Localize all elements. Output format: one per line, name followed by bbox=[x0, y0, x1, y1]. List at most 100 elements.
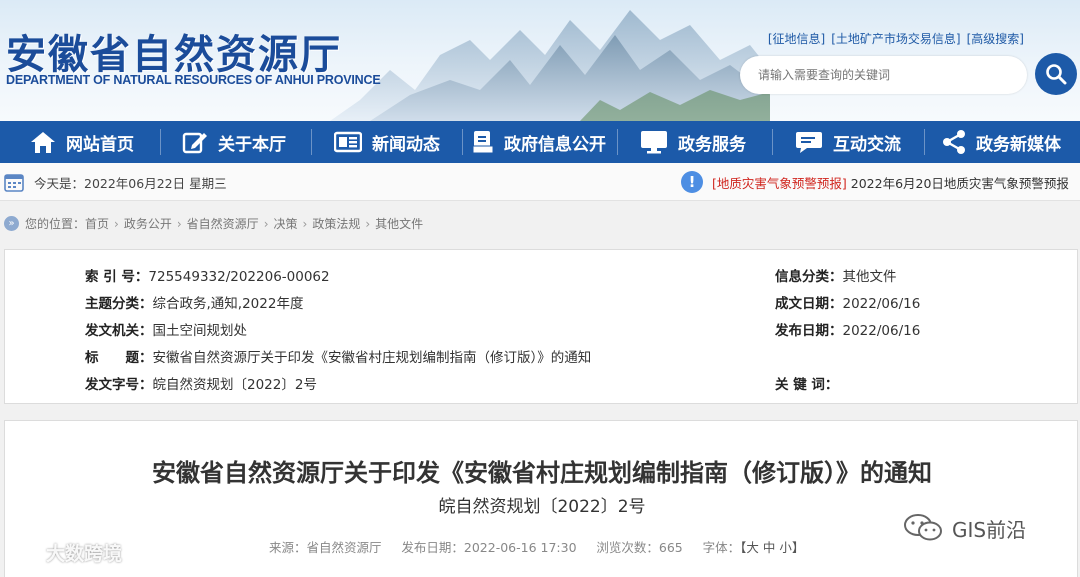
info-value: 2022/06/16 bbox=[842, 296, 921, 312]
nav-item-news[interactable]: 新闻动态 bbox=[334, 121, 440, 163]
breadcrumb-item-decisions[interactable]: 决策 bbox=[274, 215, 298, 232]
article-title: 安徽省自然资源厅关于印发《安徽省村庄规划编制指南（修订版）》的通知 bbox=[152, 459, 932, 487]
nav-item-gov-info[interactable]: 政府信息公开 bbox=[472, 121, 606, 163]
warning-ticker[interactable]: ! [地质灾害气象预警预报] 2022年6月20日地质灾害气象预警预报 bbox=[681, 171, 1069, 193]
monitor-icon bbox=[641, 131, 667, 154]
info-value: 综合政务,通知,2022年度 bbox=[152, 296, 304, 312]
nav-label: 网站首页 bbox=[66, 134, 134, 155]
nav-item-interaction[interactable]: 互动交流 bbox=[795, 121, 901, 163]
article-source: 来源：省自然资源厅 bbox=[269, 540, 382, 555]
main-nav: 网站首页 关于本厅 新闻动态 政府信息公开 政务服务 互动交流 政务新媒体 bbox=[0, 121, 1080, 163]
breadcrumb-separator: › bbox=[114, 216, 119, 231]
info-row-topic: 主题分类：综合政务,通知,2022年度 bbox=[85, 292, 303, 312]
nav-divider bbox=[462, 129, 463, 155]
article-panel: 安徽省自然资源厅关于印发《安徽省村庄规划编制指南（修订版）》的通知 皖自然资规划… bbox=[4, 420, 1078, 577]
breadcrumb-item-gov-affairs[interactable]: 政务公开 bbox=[124, 215, 172, 232]
link-land-mineral-trading[interactable]: [土地矿产市场交易信息] bbox=[831, 30, 960, 47]
info-label: 索 引 号： bbox=[85, 269, 149, 285]
info-row-title: 标 题：安徽省自然资源厅关于印发《安徽省村庄规划编制指南（修订版）》的通知 bbox=[85, 346, 591, 366]
news-icon bbox=[334, 131, 362, 153]
chat-icon bbox=[796, 132, 822, 153]
warning-text[interactable]: 2022年6月20日地质灾害气象预警预报 bbox=[851, 173, 1069, 192]
link-advanced-search[interactable]: [高级搜索] bbox=[967, 30, 1024, 47]
info-label: 发文机关： bbox=[85, 323, 153, 339]
nav-divider bbox=[617, 129, 618, 155]
watermark-right: GIS前沿 bbox=[902, 513, 1026, 543]
search-icon bbox=[1046, 64, 1067, 85]
info-value: 其他文件 bbox=[842, 269, 897, 285]
wechat-icon bbox=[904, 514, 942, 541]
share-icon bbox=[943, 130, 965, 154]
info-row-keywords: 关 键 词： bbox=[775, 373, 838, 393]
home-icon bbox=[31, 132, 55, 153]
document-info-panel: 索 引 号：725549332/202206-00062 主题分类：综合政务,通… bbox=[4, 249, 1078, 404]
search-box bbox=[740, 56, 1027, 94]
info-row-published-date: 发布日期：2022/06/16 bbox=[775, 319, 920, 339]
info-label: 发布日期： bbox=[775, 323, 843, 339]
nav-divider bbox=[772, 129, 773, 155]
article-publish-date: 发布日期：2022-06-16 17:30 bbox=[401, 540, 577, 555]
info-value: 皖自然资规划〔2022〕2号 bbox=[152, 377, 317, 393]
article-views: 浏览次数：665 bbox=[596, 540, 683, 555]
font-size-switcher[interactable]: 【大 中 小】 bbox=[740, 540, 804, 555]
breadcrumb-prefix: 您的位置： bbox=[25, 217, 86, 231]
nav-item-new-media[interactable]: 政务新媒体 bbox=[942, 121, 1061, 163]
mountain-banner-image bbox=[330, 10, 770, 121]
article-meta: 来源：省自然资源厅 发布日期：2022-06-16 17:30 浏览次数：665… bbox=[269, 537, 804, 556]
info-value: 国土空间规划处 bbox=[152, 323, 248, 339]
nav-divider bbox=[311, 129, 312, 155]
info-row-category: 信息分类：其他文件 bbox=[775, 265, 897, 285]
nav-label: 新闻动态 bbox=[372, 134, 440, 155]
link-land-acquisition[interactable]: [征地信息] bbox=[768, 30, 825, 47]
search-button[interactable] bbox=[1035, 53, 1077, 95]
breadcrumb-separator: › bbox=[302, 216, 308, 231]
nav-label: 关于本厅 bbox=[218, 134, 286, 155]
edit-icon bbox=[182, 132, 207, 154]
date-bar: 今天是：2022年06月22日 星期三 ! [地质灾害气象预警预报] 2022年… bbox=[0, 163, 1080, 201]
breadcrumb-item-other-docs[interactable]: 其他文件 bbox=[375, 215, 423, 232]
breadcrumb-item-home[interactable]: 首页 bbox=[85, 215, 109, 232]
info-value: 安徽省自然资源厅关于印发《安徽省村庄规划编制指南（修订版）》的通知 bbox=[152, 350, 592, 366]
nav-divider bbox=[160, 129, 161, 155]
breadcrumb-separator: › bbox=[365, 216, 371, 231]
breadcrumb-separator: › bbox=[263, 216, 269, 231]
font-size-label: 字体： bbox=[702, 540, 741, 555]
breadcrumb-item-policies[interactable]: 政策法规 bbox=[312, 215, 360, 232]
info-value: 2022/06/16 bbox=[842, 323, 921, 339]
document-icon bbox=[472, 131, 494, 154]
breadcrumb-item-department[interactable]: 省自然资源厅 bbox=[187, 215, 259, 232]
watermark-right-text: GIS前沿 bbox=[952, 517, 1027, 542]
breadcrumb: » 您的位置： 首页 › 政务公开 › 省自然资源厅 › 决策 › 政策法规 ›… bbox=[4, 215, 423, 232]
calendar-icon bbox=[4, 174, 24, 192]
info-label: 信息分类： bbox=[775, 269, 843, 285]
info-value: 725549332/202206-00062 bbox=[148, 269, 330, 285]
breadcrumb-separator: › bbox=[176, 216, 182, 231]
nav-item-services[interactable]: 政务服务 bbox=[640, 121, 746, 163]
warning-tag[interactable]: [地质灾害气象预警预报] bbox=[712, 173, 847, 192]
site-logo-chinese[interactable]: 安徽省自然资源厅 bbox=[6, 22, 342, 80]
wechat-logo-icon bbox=[7, 542, 43, 565]
site-header: 安徽省自然资源厅 DEPARTMENT OF NATURAL RESOURCES… bbox=[0, 0, 1080, 121]
watermark-left: 大数跨境 bbox=[6, 539, 122, 566]
info-label: 标 题： bbox=[85, 350, 153, 366]
top-links: [征地信息] [土地矿产市场交易信息] [高级搜索] bbox=[768, 30, 1024, 47]
nav-label: 政务新媒体 bbox=[976, 134, 1061, 155]
site-logo-english[interactable]: DEPARTMENT OF NATURAL RESOURCES OF ANHUI… bbox=[6, 73, 381, 87]
info-label: 主题分类： bbox=[85, 296, 153, 312]
nav-label: 政务服务 bbox=[678, 134, 746, 155]
info-label: 关 键 词： bbox=[775, 377, 839, 393]
location-icon: » bbox=[4, 216, 19, 231]
info-row-created-date: 成文日期：2022/06/16 bbox=[775, 292, 920, 312]
nav-item-home[interactable]: 网站首页 bbox=[30, 121, 134, 163]
info-row-index: 索 引 号：725549332/202206-00062 bbox=[85, 265, 330, 285]
nav-label: 互动交流 bbox=[833, 134, 901, 155]
info-label: 发文字号： bbox=[85, 377, 153, 393]
today-date: 今天是：2022年06月22日 星期三 bbox=[4, 172, 227, 192]
info-row-doc-number: 发文字号：皖自然资规划〔2022〕2号 bbox=[85, 373, 317, 393]
nav-label: 政府信息公开 bbox=[504, 134, 606, 155]
watermark-left-text: 大数跨境 bbox=[46, 543, 123, 565]
search-input[interactable] bbox=[758, 56, 1008, 94]
info-label: 成文日期： bbox=[775, 296, 843, 312]
nav-item-about[interactable]: 关于本厅 bbox=[182, 121, 286, 163]
info-row-issuer: 发文机关：国土空间规划处 bbox=[85, 319, 247, 339]
